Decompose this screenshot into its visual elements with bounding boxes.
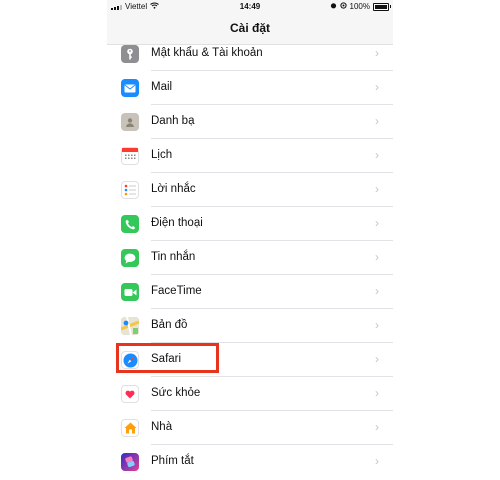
rotation-lock-icon bbox=[339, 2, 347, 11]
chevron-right-icon: › bbox=[375, 352, 379, 366]
settings-item-mail[interactable]: Mail › bbox=[107, 71, 393, 105]
settings-item-reminders[interactable]: Lời nhắc › bbox=[107, 173, 393, 207]
chevron-right-icon: › bbox=[375, 216, 379, 230]
alarm-icon bbox=[330, 2, 337, 11]
safari-icon bbox=[121, 351, 139, 369]
settings-item-label: Lời nhắc bbox=[151, 183, 196, 195]
settings-list: Mật khẩu & Tài khoản › Mail › Danh bạ › … bbox=[107, 37, 393, 479]
settings-item-safari[interactable]: Safari › bbox=[107, 343, 393, 377]
mail-icon bbox=[121, 79, 139, 97]
settings-item-messages[interactable]: Tin nhắn › bbox=[107, 241, 393, 275]
status-bar: Viettel 14:49 100% bbox=[107, 0, 393, 14]
chevron-right-icon: › bbox=[375, 420, 379, 434]
settings-item-label: Nhà bbox=[151, 421, 173, 433]
settings-item-label: FaceTime bbox=[151, 285, 202, 297]
settings-item-label: Điện thoại bbox=[151, 217, 203, 229]
settings-item-shortcuts[interactable]: Phím tắt › bbox=[107, 445, 393, 479]
settings-item-calendar[interactable]: Lịch › bbox=[107, 139, 393, 173]
settings-item-label: Tin nhắn bbox=[151, 251, 196, 263]
calendar-icon bbox=[121, 147, 139, 165]
settings-item-label: Mail bbox=[151, 81, 173, 93]
settings-item-health[interactable]: Sức khỏe › bbox=[107, 377, 393, 411]
settings-item-home[interactable]: Nhà › bbox=[107, 411, 393, 445]
settings-item-label: Safari bbox=[151, 353, 182, 365]
settings-item-maps[interactable]: Bản đồ › bbox=[107, 309, 393, 343]
chevron-right-icon: › bbox=[375, 284, 379, 298]
settings-item-label: Danh bạ bbox=[151, 115, 195, 127]
settings-item-label: Sức khỏe bbox=[151, 387, 201, 399]
settings-screen: Viettel 14:49 100% Cài đặt Mật khẩu & Tà… bbox=[107, 0, 393, 480]
settings-item-contacts[interactable]: Danh bạ › bbox=[107, 105, 393, 139]
settings-item-passwords[interactable]: Mật khẩu & Tài khoản › bbox=[107, 37, 393, 71]
settings-item-phone[interactable]: Điện thoại › bbox=[107, 207, 393, 241]
settings-item-label: Bản đồ bbox=[151, 319, 188, 331]
chevron-right-icon: › bbox=[375, 46, 379, 60]
chevron-right-icon: › bbox=[375, 114, 379, 128]
phone-icon bbox=[121, 215, 139, 233]
settings-item-label: Lịch bbox=[151, 149, 173, 161]
settings-item-facetime[interactable]: FaceTime › bbox=[107, 275, 393, 309]
chevron-right-icon: › bbox=[375, 80, 379, 94]
chevron-right-icon: › bbox=[375, 182, 379, 196]
messages-icon bbox=[121, 249, 139, 267]
home-icon bbox=[121, 419, 139, 437]
battery-icon bbox=[373, 2, 391, 11]
chevron-right-icon: › bbox=[375, 454, 379, 468]
chevron-right-icon: › bbox=[375, 250, 379, 264]
system-status: 100% bbox=[330, 2, 391, 11]
chevron-right-icon: › bbox=[375, 386, 379, 400]
health-icon bbox=[121, 385, 139, 403]
shortcuts-icon bbox=[121, 453, 139, 471]
battery-percent: 100% bbox=[349, 2, 370, 11]
page-title: Cài đặt bbox=[229, 21, 270, 35]
chevron-right-icon: › bbox=[375, 148, 379, 162]
contacts-icon bbox=[121, 113, 139, 131]
chevron-right-icon: › bbox=[375, 318, 379, 332]
settings-item-label: Phím tắt bbox=[151, 455, 194, 467]
reminders-icon bbox=[121, 181, 139, 199]
facetime-icon bbox=[121, 283, 139, 301]
maps-icon bbox=[121, 317, 139, 335]
key-icon bbox=[121, 45, 139, 63]
settings-item-label: Mật khẩu & Tài khoản bbox=[151, 47, 263, 59]
